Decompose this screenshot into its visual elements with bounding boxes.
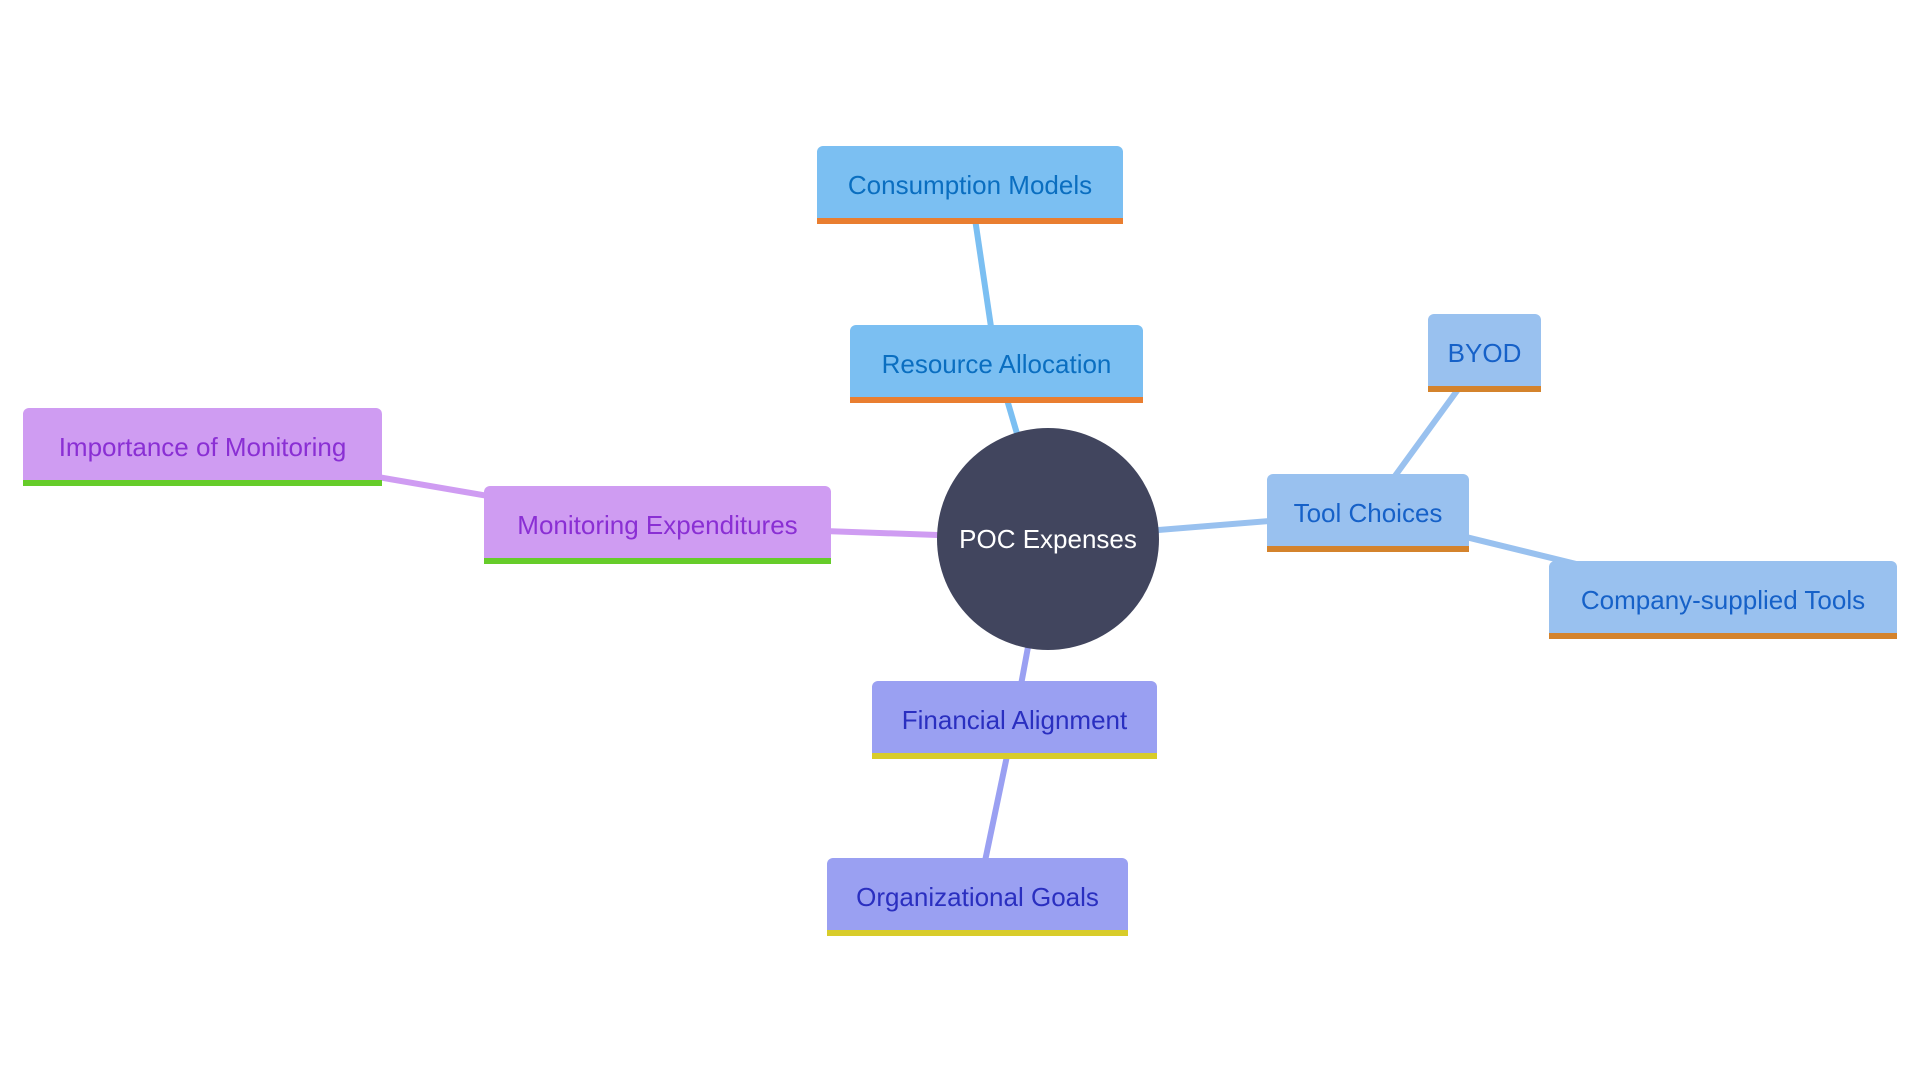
node-resource-allocation[interactable]: Resource Allocation [850, 325, 1143, 403]
node-accent-bar [872, 753, 1157, 759]
node-label: Organizational Goals [856, 881, 1099, 912]
node-monitoring-expenditures[interactable]: Monitoring Expenditures [484, 486, 831, 564]
node-label: Resource Allocation [881, 348, 1112, 379]
node-organizational-goals[interactable]: Organizational Goals [827, 858, 1128, 936]
node-company-supplied-tools[interactable]: Company-supplied Tools [1549, 561, 1897, 639]
node-label: BYOD [1447, 337, 1522, 368]
node-accent-bar [484, 558, 831, 564]
node-label: Importance of Monitoring [58, 431, 347, 462]
node-financial-alignment[interactable]: Financial Alignment [872, 681, 1157, 759]
node-consumption-models[interactable]: Consumption Models [817, 146, 1123, 224]
node-importance-of-monitoring[interactable]: Importance of Monitoring [23, 408, 382, 486]
node-accent-bar [850, 397, 1143, 403]
node-label: Company-supplied Tools [1580, 584, 1866, 615]
node-accent-bar [1428, 386, 1541, 392]
node-accent-bar [1267, 546, 1469, 552]
node-label: Consumption Models [847, 169, 1093, 200]
node-accent-bar [817, 218, 1123, 224]
node-label: Tool Choices [1293, 497, 1443, 528]
node-accent-bar [827, 930, 1128, 936]
node-accent-bar [23, 480, 382, 486]
node-label: Financial Alignment [901, 704, 1128, 735]
node-tool-choices[interactable]: Tool Choices [1267, 474, 1469, 552]
root-node-poc-expenses[interactable]: POC Expenses [937, 428, 1159, 650]
root-node-label: POC Expenses [959, 523, 1137, 554]
node-label: Monitoring Expenditures [517, 509, 798, 540]
node-byod[interactable]: BYOD [1428, 314, 1541, 392]
node-accent-bar [1549, 633, 1897, 639]
